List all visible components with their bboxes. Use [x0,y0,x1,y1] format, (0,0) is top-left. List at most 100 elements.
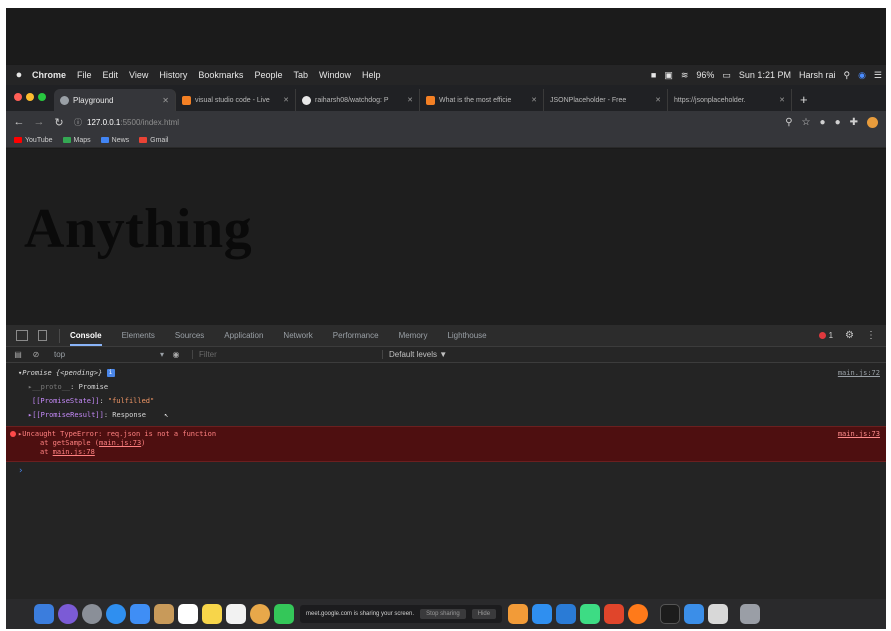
extensions-puzzle-icon[interactable]: ✚ [850,117,858,128]
menu-view[interactable]: View [129,70,148,80]
close-tab-icon[interactable]: ✕ [773,96,785,104]
vscode-icon[interactable] [556,604,577,624]
settings-gear-icon[interactable]: ⚙ [845,330,854,341]
close-tab-icon[interactable]: ✕ [525,96,537,104]
camera-icon[interactable]: ■ [651,70,656,80]
close-tab-icon[interactable]: ✕ [156,96,169,105]
console-log-entry[interactable]: ▾Promise {<pending>} i main.js:72 [6,366,886,380]
console-proto-row[interactable]: ▸__proto__: Promise [6,380,886,394]
office-icon[interactable] [604,604,625,624]
mail-icon[interactable] [130,604,150,624]
site-info-icon[interactable]: ⓘ [74,117,82,128]
display-icon[interactable]: ▣ [664,70,673,81]
forward-icon[interactable]: → [32,116,46,128]
menu-app-name[interactable]: Chrome [32,70,66,80]
zoom-icon[interactable]: ⚲ [785,117,792,128]
close-tab-icon[interactable]: ✕ [401,96,413,104]
tab-application[interactable]: Application [224,331,263,340]
tab-lighthouse[interactable]: Lighthouse [447,331,486,340]
close-window-icon[interactable] [14,93,22,101]
menu-bookmarks[interactable]: Bookmarks [198,70,243,80]
tab-playground[interactable]: Playground ✕ [54,89,176,111]
tab-sources[interactable]: Sources [175,331,204,340]
context-selector[interactable]: top ▾ [54,350,164,359]
minimize-window-icon[interactable] [26,93,34,101]
trash-icon[interactable] [740,604,761,624]
battery-text[interactable]: 96% [696,70,714,80]
control-center-icon[interactable]: ☰ [874,70,882,81]
tab-jsonplaceholder-url[interactable]: https://jsonplaceholder. ✕ [668,89,792,111]
promise-header[interactable]: ▾Promise {<pending>} [18,369,102,377]
new-tab-icon[interactable]: + [792,92,816,111]
inspect-element-icon[interactable] [16,330,28,341]
extension-icon[interactable]: ● [835,117,841,128]
menu-file[interactable]: File [77,70,92,80]
profile-avatar[interactable] [867,116,878,128]
bookmark-maps[interactable]: Maps [62,137,91,144]
menu-people[interactable]: People [254,70,282,80]
tab-most-efficient[interactable]: What is the most efficie ✕ [420,89,544,111]
stop-sharing-button[interactable]: Stop sharing [420,609,466,619]
spotlight-icon[interactable]: ⚲ [843,70,850,81]
url-field[interactable]: ⓘ 127.0.0.1 :5500/index.html [74,113,786,131]
bookmark-gmail[interactable]: Gmail [139,137,168,144]
battery-icon[interactable]: ▭ [722,70,731,81]
messages-icon[interactable] [274,604,294,624]
menu-history[interactable]: History [159,70,187,80]
error-count-badge[interactable]: 1 [818,331,833,340]
filter-input[interactable]: Filter [192,350,382,359]
menu-help[interactable]: Help [362,70,381,80]
tab-vscode-live[interactable]: visual studio code - Live ✕ [176,89,296,111]
tab-github-watchdog[interactable]: raiharsh08/watchdog: P ✕ [296,89,420,111]
console-error-entry[interactable]: ▸Uncaught TypeError: req.json is not a f… [6,426,886,462]
close-tab-icon[interactable]: ✕ [649,96,661,104]
calendar-icon[interactable] [226,604,246,624]
tab-elements[interactable]: Elements [122,331,155,340]
siri-icon[interactable]: ◉ [858,70,866,81]
clear-console-icon[interactable]: ⊘ [30,350,42,359]
keynote-icon[interactable] [684,604,705,624]
tab-console[interactable]: Console [70,331,102,346]
safari-icon[interactable] [106,604,126,624]
user-name[interactable]: Harsh rai [799,70,836,80]
photos-icon[interactable] [250,604,270,624]
launchpad-icon[interactable] [82,604,102,624]
sidebar-toggle-icon[interactable]: ▤ [12,350,24,359]
preview-icon[interactable] [708,604,729,624]
back-icon[interactable]: ← [12,116,26,128]
tab-jsonplaceholder[interactable]: JSONPlaceholder - Free ✕ [544,89,668,111]
more-options-icon[interactable]: ⋮ [866,330,876,341]
contacts-icon[interactable] [154,604,174,624]
reload-icon[interactable]: ↻ [52,116,66,129]
extension-icon[interactable]: ● [820,117,826,128]
siri-icon[interactable] [58,604,78,624]
tab-performance[interactable]: Performance [333,331,379,340]
close-tab-icon[interactable]: ✕ [277,96,289,104]
log-levels-dropdown[interactable]: Default levels ▼ [382,350,447,359]
error-source-link[interactable]: main.js:73 [838,430,880,439]
bookmark-star-icon[interactable]: ☆ [802,117,811,128]
menu-edit[interactable]: Edit [103,70,119,80]
device-toolbar-icon[interactable] [38,330,47,341]
wifi-icon[interactable]: ≋ [681,70,689,81]
menu-window[interactable]: Window [319,70,351,80]
books-icon[interactable] [508,604,529,624]
stack-link[interactable]: main.js:73 [99,439,141,447]
bookmark-youtube[interactable]: YouTube [14,137,53,144]
reminders-icon[interactable] [178,604,198,624]
log-source-link[interactable]: main.js:72 [838,368,880,378]
app-store-icon[interactable] [532,604,553,624]
console-result-row[interactable]: ▸[[PromiseResult]]: Response ↖ [6,408,886,422]
tab-memory[interactable]: Memory [399,331,428,340]
firefox-icon[interactable] [628,604,649,624]
finder-icon[interactable] [34,604,54,624]
console-prompt[interactable]: › [6,462,886,480]
maximize-window-icon[interactable] [38,93,46,101]
hide-button[interactable]: Hide [471,609,497,619]
apple-icon[interactable]: ● [6,69,32,81]
tab-network[interactable]: Network [283,331,312,340]
notes-icon[interactable] [202,604,222,624]
bookmark-news[interactable]: News [100,137,129,144]
android-studio-icon[interactable] [580,604,601,624]
terminal-icon[interactable] [660,604,681,624]
